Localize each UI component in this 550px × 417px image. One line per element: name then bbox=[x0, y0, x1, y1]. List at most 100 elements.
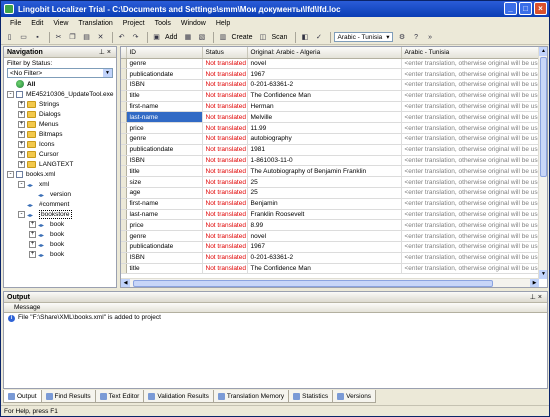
cell-original[interactable]: Benjamin bbox=[247, 198, 402, 210]
cell-id[interactable]: genre bbox=[126, 230, 203, 243]
tree-node[interactable]: - ◂▸ xml bbox=[4, 180, 116, 190]
cell-translation[interactable]: <enter translation, otherwise original w… bbox=[401, 176, 540, 189]
close-icon[interactable]: × bbox=[107, 49, 113, 56]
copy-icon[interactable]: ❐ bbox=[67, 32, 78, 43]
cell-translation[interactable]: <enter translation, otherwise original w… bbox=[401, 79, 540, 91]
cell-original[interactable]: 0-201-63361-2 bbox=[247, 79, 402, 91]
add-icon[interactable]: ▣ bbox=[151, 32, 162, 43]
status-filter-select[interactable]: <No Filter> ▼ bbox=[7, 68, 113, 78]
scroll-down-icon[interactable]: ▼ bbox=[539, 270, 547, 279]
table-row[interactable]: size Not translated 25 <enter translation, … bbox=[121, 176, 540, 189]
cell-status[interactable]: Not translated bbox=[202, 133, 248, 145]
tree-node[interactable]: + ◂▸ book bbox=[4, 250, 116, 260]
tree-node[interactable]: ◂▸ version bbox=[4, 190, 116, 200]
table-row[interactable]: publicationdate Not translated 1967 <enter … bbox=[121, 241, 540, 253]
cell-translation[interactable]: <enter translation, otherwise original w… bbox=[401, 58, 540, 70]
cell-status[interactable]: Not translated bbox=[202, 263, 248, 275]
table-row[interactable]: last-name Not translated Franklin Roosevel… bbox=[121, 209, 540, 221]
expand-icon[interactable]: + bbox=[18, 140, 25, 148]
expand-icon[interactable]: + bbox=[29, 240, 36, 248]
expand-icon[interactable]: + bbox=[29, 230, 36, 238]
menu-window[interactable]: Window bbox=[176, 20, 211, 27]
cell-id[interactable]: first-name bbox=[126, 101, 203, 113]
cell-original[interactable]: The Confidence Man bbox=[247, 263, 402, 275]
column-header-status[interactable]: Status bbox=[202, 47, 248, 59]
menu-help[interactable]: Help bbox=[211, 20, 235, 27]
cell-original[interactable]: 11.99 bbox=[247, 122, 402, 135]
table-row[interactable]: title Not translated The Autobiography of … bbox=[121, 165, 540, 178]
cell-id[interactable]: title bbox=[126, 263, 203, 275]
add-button[interactable]: Add bbox=[165, 34, 177, 41]
tree-node[interactable]: + Cursor bbox=[4, 150, 116, 160]
cell-status[interactable]: Not translated bbox=[202, 79, 248, 91]
tab-translation-memory[interactable]: Translation Memory bbox=[212, 390, 290, 403]
tab-find-results[interactable]: Find Results bbox=[40, 390, 96, 403]
column-header-translation[interactable]: Arabic - Tunisia bbox=[401, 47, 540, 59]
cell-status[interactable]: Not translated bbox=[202, 252, 248, 264]
cell-id[interactable]: title bbox=[126, 165, 203, 178]
tab-statistics[interactable]: Statistics bbox=[288, 390, 334, 403]
expand-icon[interactable]: + bbox=[18, 110, 25, 118]
minimize-button[interactable]: _ bbox=[504, 2, 517, 15]
scan-icon[interactable]: ◫ bbox=[257, 32, 268, 43]
cell-status[interactable]: Not translated bbox=[202, 176, 248, 189]
create-icon[interactable]: ▥ bbox=[217, 32, 228, 43]
cell-status[interactable]: Not translated bbox=[202, 165, 248, 178]
scroll-left-icon[interactable]: ◀ bbox=[121, 279, 130, 287]
tree-node[interactable]: + ◂▸ book bbox=[4, 230, 116, 240]
cell-translation[interactable]: <enter translation, otherwise original w… bbox=[401, 68, 540, 81]
cell-original[interactable]: The Autobiography of Benjamin Franklin bbox=[247, 165, 402, 178]
menu-project[interactable]: Project bbox=[118, 20, 150, 27]
collapse-icon[interactable]: - bbox=[7, 170, 14, 178]
tab-text-editor[interactable]: Text Editor bbox=[94, 390, 145, 403]
collapse-icon[interactable]: - bbox=[18, 180, 25, 188]
tree-node[interactable]: + Bitmaps bbox=[4, 130, 116, 140]
cell-original[interactable]: 25 bbox=[247, 187, 402, 199]
cell-original[interactable]: 8.99 bbox=[247, 219, 402, 232]
language-select[interactable]: Arabic - Tunisia ▾ bbox=[334, 32, 393, 42]
cell-status[interactable]: Not translated bbox=[202, 230, 248, 243]
tree-node[interactable]: + Dialogs bbox=[4, 110, 116, 120]
close-button[interactable]: × bbox=[534, 2, 547, 15]
import-icon[interactable]: ▦ bbox=[182, 32, 193, 43]
collapse-icon[interactable]: - bbox=[18, 210, 25, 218]
close-icon[interactable]: × bbox=[538, 294, 544, 301]
collapse-icon[interactable]: - bbox=[7, 90, 14, 98]
menu-edit[interactable]: Edit bbox=[26, 20, 48, 27]
cell-translation[interactable]: <enter translation, otherwise original w… bbox=[401, 209, 540, 221]
horizontal-scroll-thumb[interactable] bbox=[133, 280, 493, 287]
cell-translation[interactable]: <enter translation, otherwise original w… bbox=[401, 241, 540, 253]
undo-icon[interactable]: ↶ bbox=[116, 32, 127, 43]
cell-original[interactable]: 1981 bbox=[247, 144, 402, 156]
table-row[interactable]: price Not translated 11.99 <enter translati… bbox=[121, 122, 540, 135]
cell-original[interactable]: 25 bbox=[247, 176, 402, 189]
delete-icon[interactable]: ✕ bbox=[95, 32, 106, 43]
cell-translation[interactable]: <enter translation, otherwise original w… bbox=[401, 155, 540, 167]
cell-translation[interactable]: <enter translation, otherwise original w… bbox=[401, 263, 540, 275]
tree-node[interactable]: + Strings bbox=[4, 100, 116, 110]
table-row[interactable]: last-name Not translated Melville <enter tr… bbox=[121, 111, 540, 124]
cell-status[interactable]: Not translated bbox=[202, 155, 248, 167]
cell-id[interactable]: publicationdate bbox=[126, 144, 203, 156]
cell-status[interactable]: Not translated bbox=[202, 58, 248, 70]
horizontal-scrollbar[interactable]: ◀ ▶ bbox=[121, 278, 539, 287]
table-row[interactable]: price Not translated 8.99 <enter translatio… bbox=[121, 219, 540, 232]
cell-original[interactable]: The Confidence Man bbox=[247, 90, 402, 102]
cell-id[interactable]: ISBN bbox=[126, 79, 203, 91]
cell-translation[interactable]: <enter translation, otherwise original w… bbox=[401, 122, 540, 135]
pin-icon[interactable]: ⊥ bbox=[530, 294, 538, 301]
cell-status[interactable]: Not translated bbox=[202, 111, 248, 124]
cell-original[interactable]: 1967 bbox=[247, 68, 402, 81]
table-row[interactable]: first-name Not translated Herman <enter tra… bbox=[121, 101, 540, 113]
menu-file[interactable]: File bbox=[5, 20, 26, 27]
table-row[interactable]: title Not translated The Confidence Man <en… bbox=[121, 263, 540, 275]
validate-icon[interactable]: ◧ bbox=[299, 32, 310, 43]
cell-translation[interactable]: <enter translation, otherwise original w… bbox=[401, 187, 540, 199]
menu-tools[interactable]: Tools bbox=[150, 20, 176, 27]
cell-original[interactable]: Herman bbox=[247, 101, 402, 113]
cell-translation[interactable]: <enter translation, otherwise original w… bbox=[401, 144, 540, 156]
cell-status[interactable]: Not translated bbox=[202, 101, 248, 113]
tree-node[interactable]: + Menus bbox=[4, 120, 116, 130]
expand-icon[interactable]: + bbox=[18, 130, 25, 138]
cell-id[interactable]: last-name bbox=[126, 111, 203, 124]
